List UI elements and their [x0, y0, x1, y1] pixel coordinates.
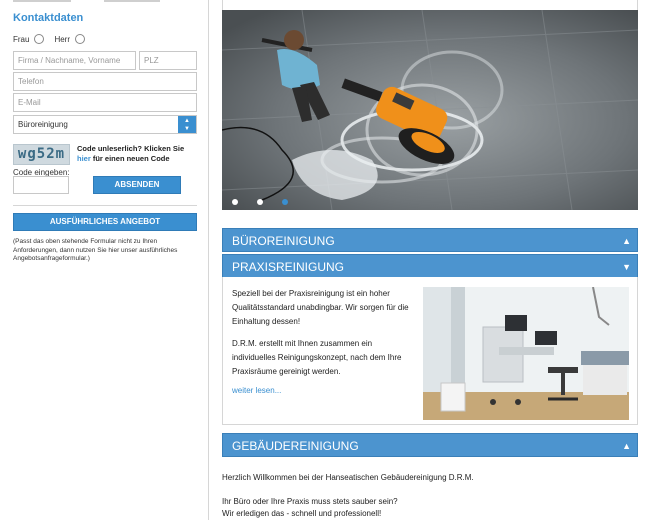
- salutation-herr-label: Herr: [54, 34, 71, 44]
- medical-room-photo: [423, 287, 629, 420]
- select-arrows-icon: ▲ ▼: [178, 116, 196, 133]
- captcha-hint-text: Code unleserlich? Klicken Sie: [77, 144, 185, 153]
- form-note: (Passt das oben stehende Formular nicht …: [13, 238, 178, 262]
- accordion-praxisreinigung[interactable]: PRAXISREINIGUNG ▼: [222, 254, 638, 278]
- welcome-spacer: [222, 484, 638, 496]
- top-tab-stub: [104, 0, 160, 2]
- salutation-frau-label: Frau: [13, 34, 30, 44]
- captcha-hint-text-2: für einen neuen Code: [90, 154, 170, 163]
- captcha-refresh-link[interactable]: hier: [77, 154, 91, 163]
- floor-cleaning-photo: [222, 10, 638, 210]
- salutation-herr-radio[interactable]: [75, 34, 86, 44]
- email-input[interactable]: E-Mail: [13, 93, 197, 112]
- praxis-paragraph-2: D.R.M. erstellt mit Ihnen zusammen ein i…: [232, 339, 402, 376]
- triangle-up-icon: ▲: [622, 236, 631, 246]
- top-tab-stub: [13, 0, 71, 2]
- captcha-image: wg52m: [13, 144, 70, 165]
- slider-dot-3[interactable]: [282, 199, 288, 205]
- hero-slider[interactable]: [222, 10, 638, 210]
- detailed-offer-button[interactable]: AUSFÜHRLICHES ANGEBOT: [13, 213, 197, 231]
- praxis-paragraph-1: Speziell bei der Praxisreinigung ist ein…: [232, 289, 409, 326]
- praxis-panel-text: Speziell bei der Praxisreinigung ist ein…: [232, 287, 412, 387]
- phone-input[interactable]: Telefon: [13, 72, 197, 91]
- salutation-row: Frau Herr: [13, 34, 95, 44]
- accordion-gebaeudereinigung[interactable]: GEBÄUDEREINIGUNG ▲: [222, 433, 638, 457]
- content-frame-top: [222, 0, 638, 10]
- salutation-frau-radio[interactable]: [34, 34, 45, 44]
- captcha-hint: Code unleserlich? Klicken Sie hier für e…: [77, 144, 197, 164]
- name-input[interactable]: Firma / Nachname, Vorname: [13, 51, 136, 70]
- read-more-link[interactable]: weiter lesen...: [232, 386, 281, 395]
- zip-input[interactable]: PLZ: [139, 51, 197, 70]
- accordion-title: GEBÄUDEREINIGUNG: [232, 439, 359, 453]
- accordion-title: BÜROREINIGUNG: [232, 234, 335, 248]
- service-select[interactable]: Büroreinigung ▲ ▼: [13, 115, 197, 134]
- slider-dot-2[interactable]: [257, 199, 263, 205]
- welcome-line-2: Ihr Büro oder Ihre Praxis muss stets sau…: [222, 497, 398, 506]
- captcha-code-input[interactable]: [13, 176, 69, 194]
- triangle-up-icon: ▲: [622, 441, 631, 451]
- slider-dot-1[interactable]: [232, 199, 238, 205]
- welcome-line-3: Wir erledigen das - schnell und professi…: [222, 509, 382, 518]
- welcome-text: Herzlich Willkommen bei der Hanseatische…: [222, 472, 638, 520]
- contact-sidebar: Kontaktdaten Frau Herr Firma / Nachname,…: [0, 0, 209, 520]
- accordion-title: PRAXISREINIGUNG: [232, 260, 345, 274]
- accordion-bueroreinigung[interactable]: BÜROREINIGUNG ▲: [222, 228, 638, 252]
- service-select-value: Büroreinigung: [18, 120, 68, 129]
- form-divider: [13, 205, 197, 206]
- triangle-down-icon: ▼: [622, 262, 631, 272]
- form-heading: Kontaktdaten: [13, 12, 84, 24]
- send-button[interactable]: ABSENDEN: [93, 176, 181, 194]
- welcome-line-1: Herzlich Willkommen bei der Hanseatische…: [222, 473, 474, 482]
- praxis-panel: Speziell bei der Praxisreinigung ist ein…: [222, 277, 638, 425]
